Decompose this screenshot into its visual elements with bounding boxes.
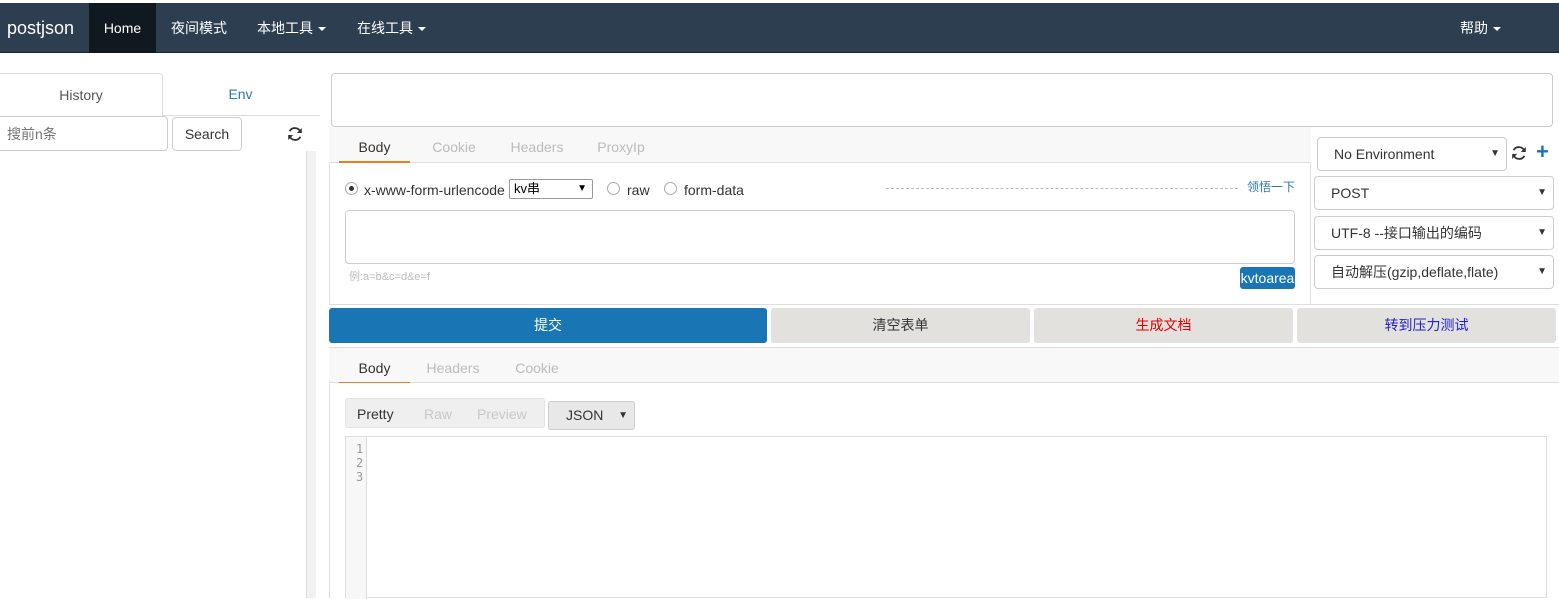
radio-raw[interactable] — [607, 182, 620, 195]
caret-down-icon: ▼ — [1490, 148, 1500, 159]
view-mode-group: Pretty Raw Preview — [345, 398, 545, 428]
nav-local-tools[interactable]: 本地工具 — [242, 3, 341, 53]
tab-request-headers[interactable]: Headers — [505, 127, 569, 163]
tab-request-body-label: Body — [358, 139, 391, 155]
tab-response-headers-label: Headers — [426, 360, 480, 376]
nav-help[interactable]: 帮助 — [1445, 3, 1516, 53]
view-raw[interactable]: Raw — [424, 399, 452, 429]
line-number: 2 — [356, 456, 364, 470]
caret-down-icon: ▼ — [577, 183, 587, 194]
decompress-select-value: 自动解压(gzip,deflate,flate) — [1331, 264, 1499, 280]
nav-online-tools-label: 在线工具 — [357, 20, 413, 36]
divider — [886, 188, 1238, 189]
plus-icon[interactable]: + — [1536, 141, 1549, 163]
tab-response-cookie-label: Cookie — [515, 360, 559, 376]
response-tabs: Body Headers Cookie — [329, 347, 1559, 384]
request-tabs: Body Cookie Headers ProxyIp — [329, 127, 1311, 163]
line-number: 1 — [356, 442, 364, 456]
kvtoarea-button[interactable]: kvtoarea — [1240, 267, 1295, 289]
nav-local-tools-label: 本地工具 — [257, 20, 313, 36]
view-pretty[interactable]: Pretty — [357, 399, 394, 429]
tab-request-headers-label: Headers — [510, 139, 564, 155]
tab-env-label: Env — [228, 86, 253, 102]
tab-response-headers[interactable]: Headers — [422, 348, 484, 384]
tab-request-body[interactable]: Body — [339, 127, 410, 163]
tab-request-proxyip-label: ProxyIp — [597, 139, 645, 155]
history-scrollbar[interactable] — [306, 151, 316, 598]
line-gutter: 1 2 3 — [346, 437, 367, 599]
encoding-select-value: UTF-8 --接口输出的编码 — [1331, 225, 1482, 241]
brand-logo[interactable]: postjson — [7, 3, 74, 53]
tab-request-proxyip[interactable]: ProxyIp — [593, 127, 649, 163]
encoding-select[interactable]: UTF-8 --接口输出的编码 ▼ — [1314, 216, 1554, 250]
caret-down-icon — [318, 27, 326, 32]
nav-night-mode[interactable]: 夜间模式 — [156, 3, 242, 53]
method-select[interactable]: POST ▼ — [1314, 176, 1554, 210]
refresh-icon[interactable] — [1511, 145, 1527, 161]
decompress-select[interactable]: 自动解压(gzip,deflate,flate) ▼ — [1314, 255, 1554, 289]
lingwu-link[interactable]: 领悟一下 — [1247, 178, 1295, 195]
caret-down-icon: ▼ — [618, 410, 628, 421]
nav-home[interactable]: Home — [89, 3, 156, 53]
url-textarea[interactable] — [331, 73, 1553, 127]
submit-button[interactable]: 提交 — [329, 308, 767, 343]
tab-history[interactable]: History — [0, 73, 163, 117]
nav-night-mode-label: 夜间模式 — [171, 20, 227, 36]
method-select-value: POST — [1331, 185, 1370, 201]
tab-request-cookie-label: Cookie — [432, 139, 476, 155]
environment-select[interactable]: No Environment ▼ — [1317, 137, 1507, 171]
format-select[interactable]: JSON ▼ — [548, 401, 635, 430]
tab-response-body-label: Body — [358, 360, 391, 376]
tab-env[interactable]: Env — [163, 73, 318, 116]
search-button[interactable]: Search — [172, 117, 242, 151]
generate-doc-button[interactable]: 生成文档 — [1034, 308, 1293, 343]
caret-down-icon: ▼ — [1537, 227, 1547, 238]
tab-response-cookie[interactable]: Cookie — [509, 348, 565, 384]
kv-select[interactable]: kv串 ▼ — [509, 179, 593, 199]
nav-home-label: Home — [103, 20, 142, 36]
nav-online-tools[interactable]: 在线工具 — [342, 3, 441, 53]
nav-help-label: 帮助 — [1460, 20, 1488, 36]
radio-urlencode[interactable] — [345, 182, 358, 195]
caret-down-icon: ▼ — [1537, 187, 1547, 198]
caret-down-icon — [1493, 27, 1501, 32]
body-hint: 例:a=b&c=d&e=f — [349, 271, 431, 283]
tab-request-cookie[interactable]: Cookie — [424, 127, 484, 163]
kv-select-value: kv串 — [514, 181, 541, 196]
tab-response-body[interactable]: Body — [339, 348, 410, 384]
radio-urlencode-label: x-www-form-urlencode — [364, 182, 505, 198]
format-select-value: JSON — [566, 407, 604, 423]
line-number: 3 — [356, 470, 364, 484]
clear-form-button[interactable]: 清空表单 — [771, 308, 1030, 343]
environment-select-value: No Environment — [1334, 146, 1435, 162]
history-list — [0, 151, 316, 598]
response-editor[interactable]: 1 2 3 — [345, 436, 1547, 599]
stress-test-button[interactable]: 转到压力测试 — [1297, 308, 1556, 343]
caret-down-icon: ▼ — [1537, 266, 1547, 277]
caret-down-icon — [418, 27, 426, 32]
history-search-input[interactable] — [0, 116, 168, 151]
view-preview[interactable]: Preview — [477, 399, 527, 429]
refresh-icon[interactable] — [285, 124, 305, 144]
left-tabs: History Env — [0, 73, 320, 117]
top-navbar: postjson Home 夜间模式 本地工具 在线工具 帮助 — [0, 3, 1559, 53]
radio-form-data[interactable] — [664, 182, 677, 195]
request-body-textarea[interactable] — [345, 210, 1295, 264]
radio-raw-label: raw — [627, 182, 650, 198]
radio-form-data-label: form-data — [684, 182, 744, 198]
tab-history-label: History — [59, 87, 103, 103]
